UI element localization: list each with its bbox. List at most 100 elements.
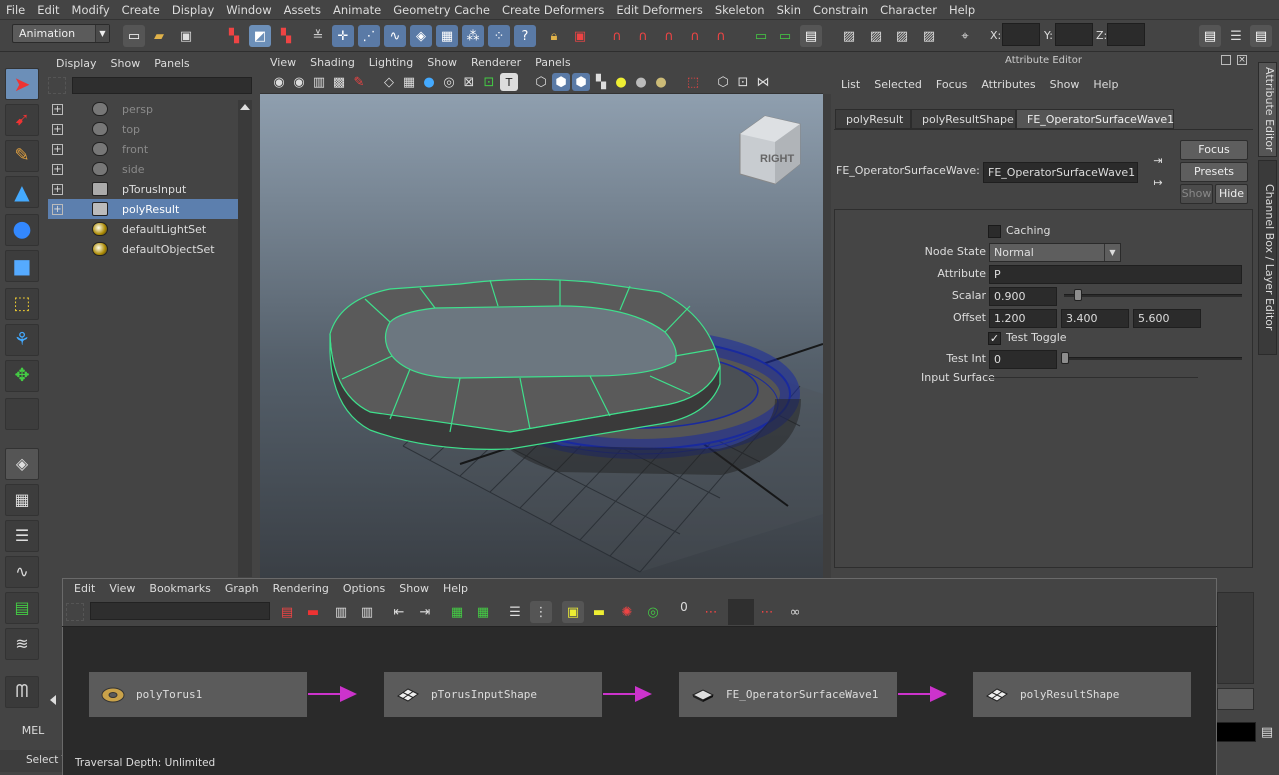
- share-icon[interactable]: ⋈: [754, 73, 772, 91]
- layout-hypergraph-icon[interactable]: ▤: [5, 592, 39, 624]
- copy-tab-button[interactable]: [1217, 688, 1254, 710]
- manipulator-icon[interactable]: ⚘: [5, 324, 39, 356]
- image-plane-icon[interactable]: ▩: [330, 73, 348, 91]
- hud-icon[interactable]: ⬡: [714, 73, 732, 91]
- side-tab-attribute-editor[interactable]: Attribute Editor: [1258, 62, 1277, 157]
- outliner-item-defaultlightset[interactable]: defaultLightSet: [48, 219, 238, 239]
- offset-x-field[interactable]: 1.200: [989, 309, 1057, 328]
- hg-infinity-icon[interactable]: ∞: [784, 601, 806, 623]
- y-field[interactable]: [1055, 23, 1093, 46]
- scalar-slider-thumb[interactable]: [1074, 289, 1082, 301]
- layout-graph-icon[interactable]: ∿: [5, 556, 39, 588]
- snap-grid-icon[interactable]: ✛: [332, 25, 354, 47]
- view-cube[interactable]: RIGHT: [739, 115, 801, 185]
- ipr-render-icon[interactable]: ▨: [891, 25, 913, 47]
- smooth-shade-icon[interactable]: ●: [420, 73, 438, 91]
- grid-icon[interactable]: ▦: [400, 73, 418, 91]
- paint-select-icon[interactable]: ✎: [5, 140, 39, 172]
- hg-frame-icon[interactable]: ▣: [562, 601, 584, 623]
- hg-menu-help[interactable]: Help: [436, 582, 475, 595]
- collapse-left-icon[interactable]: [50, 695, 56, 705]
- menu-geometry-cache[interactable]: Geometry Cache: [387, 3, 496, 17]
- hg-filter-icon[interactable]: [66, 603, 84, 621]
- resolution-gate-icon[interactable]: ⊡: [734, 73, 752, 91]
- outliner-menu-display[interactable]: Display: [49, 57, 104, 70]
- test-int-field[interactable]: 0: [989, 350, 1057, 369]
- hg-menu-options[interactable]: Options: [336, 582, 392, 595]
- wire-on-shaded-icon[interactable]: ◎: [440, 73, 458, 91]
- select-component-icon[interactable]: ▚: [275, 25, 297, 47]
- joint-xray-icon[interactable]: ⊡: [480, 73, 498, 91]
- scale-tool-icon[interactable]: ⬚: [5, 288, 39, 320]
- viewport-3d[interactable]: RIGHT: [260, 94, 823, 578]
- filter-icon[interactable]: ≚: [307, 25, 329, 47]
- cone-icon[interactable]: ▲: [5, 176, 39, 208]
- wireframe-icon[interactable]: ◇: [380, 73, 398, 91]
- render-current-icon[interactable]: ▨: [865, 25, 887, 47]
- lasso-tool-icon[interactable]: ➹: [5, 104, 39, 136]
- z-field[interactable]: [1107, 23, 1145, 46]
- channel-box-toggle-icon[interactable]: ▤: [1250, 25, 1272, 47]
- hg-graph-up-icon[interactable]: ▦: [446, 601, 468, 623]
- render-globals-icon[interactable]: ▨: [918, 25, 940, 47]
- hg-menu-rendering[interactable]: Rendering: [266, 582, 336, 595]
- expand-icon[interactable]: +: [52, 163, 63, 175]
- hg-node-ptorusinputshape[interactable]: pTorusInputShape: [383, 671, 603, 718]
- menu-display[interactable]: Display: [166, 3, 220, 17]
- ae-menu-help[interactable]: Help: [1086, 78, 1125, 91]
- outliner-item-top[interactable]: + top: [48, 119, 238, 139]
- select-hierarchy-icon[interactable]: ▚: [223, 25, 245, 47]
- tool-settings-icon[interactable]: ☰: [1225, 25, 1247, 47]
- viewport-menu-show[interactable]: Show: [420, 56, 464, 69]
- outliner-filter-icon[interactable]: [48, 77, 66, 94]
- render-view-icon[interactable]: ▨: [838, 25, 860, 47]
- viewport-menu-lighting[interactable]: Lighting: [362, 56, 420, 69]
- show-button[interactable]: Show: [1180, 184, 1213, 204]
- ae-menu-focus[interactable]: Focus: [929, 78, 974, 91]
- expand-icon[interactable]: +: [52, 123, 63, 135]
- offset-z-field[interactable]: 5.600: [1133, 309, 1201, 328]
- hg-menu-show[interactable]: Show: [392, 582, 436, 595]
- hg-target-icon[interactable]: ◎: [642, 601, 664, 623]
- select-object-icon[interactable]: ◩: [249, 25, 271, 47]
- move-tool-icon[interactable]: ✥: [5, 360, 39, 392]
- viewport-menu-view[interactable]: View: [263, 56, 303, 69]
- cube-shaded-icon[interactable]: ⬢: [552, 73, 570, 91]
- outliner-item-polyresult[interactable]: + polyResult: [48, 199, 238, 219]
- magnet-surface-icon[interactable]: ∩: [684, 25, 706, 47]
- cube-icon[interactable]: ■: [5, 250, 39, 282]
- camera-select-icon[interactable]: ◉: [270, 73, 288, 91]
- save-scene-icon[interactable]: ▣: [175, 25, 197, 47]
- snap-live-icon[interactable]: ⁂: [462, 25, 484, 47]
- hg-node-polytorus1[interactable]: polyTorus1: [88, 671, 308, 718]
- close-icon[interactable]: ×: [1237, 55, 1247, 65]
- camera-attr-icon[interactable]: ◉: [290, 73, 308, 91]
- hg-tree-icon[interactable]: ⋮: [530, 601, 552, 623]
- menu-window[interactable]: Window: [220, 3, 277, 17]
- outliner-item-persp[interactable]: + persp: [48, 99, 238, 119]
- scroll-up-icon[interactable]: [240, 104, 250, 110]
- attribute-notes-area[interactable]: [1217, 592, 1254, 684]
- checker-icon[interactable]: ▚: [592, 73, 610, 91]
- node-state-dropdown[interactable]: Normal ▼: [989, 243, 1121, 262]
- side-tab-channel-box[interactable]: Channel Box / Layer Editor: [1258, 160, 1277, 355]
- node-name-field[interactable]: FE_OperatorSurfaceWave1: [983, 162, 1138, 183]
- hg-node-icon[interactable]: ▤: [276, 601, 298, 623]
- hg-search-input[interactable]: [90, 602, 270, 620]
- menu-animate[interactable]: Animate: [327, 3, 387, 17]
- attribute-editor-toggle-icon[interactable]: ▤: [1199, 25, 1221, 47]
- test-int-slider[interactable]: [1064, 357, 1242, 360]
- hg-list-icon[interactable]: ☰: [504, 601, 526, 623]
- script-editor-icon[interactable]: ▤: [1258, 723, 1276, 741]
- menu-create[interactable]: Create: [116, 3, 166, 17]
- test-int-slider-thumb[interactable]: [1061, 352, 1069, 364]
- hg-node-polyresultshape[interactable]: polyResultShape: [972, 671, 1192, 718]
- menu-help[interactable]: Help: [943, 3, 981, 17]
- magnet-curve-icon[interactable]: ∩: [632, 25, 654, 47]
- open-scene-icon[interactable]: ▰: [148, 25, 170, 47]
- outliner-search-input[interactable]: [72, 77, 252, 94]
- output-ops-icon[interactable]: ▭: [774, 25, 796, 47]
- construction-history-icon[interactable]: ▣: [569, 25, 591, 47]
- magnet-icon[interactable]: ∩: [606, 25, 628, 47]
- menu-edit[interactable]: Edit: [31, 3, 65, 17]
